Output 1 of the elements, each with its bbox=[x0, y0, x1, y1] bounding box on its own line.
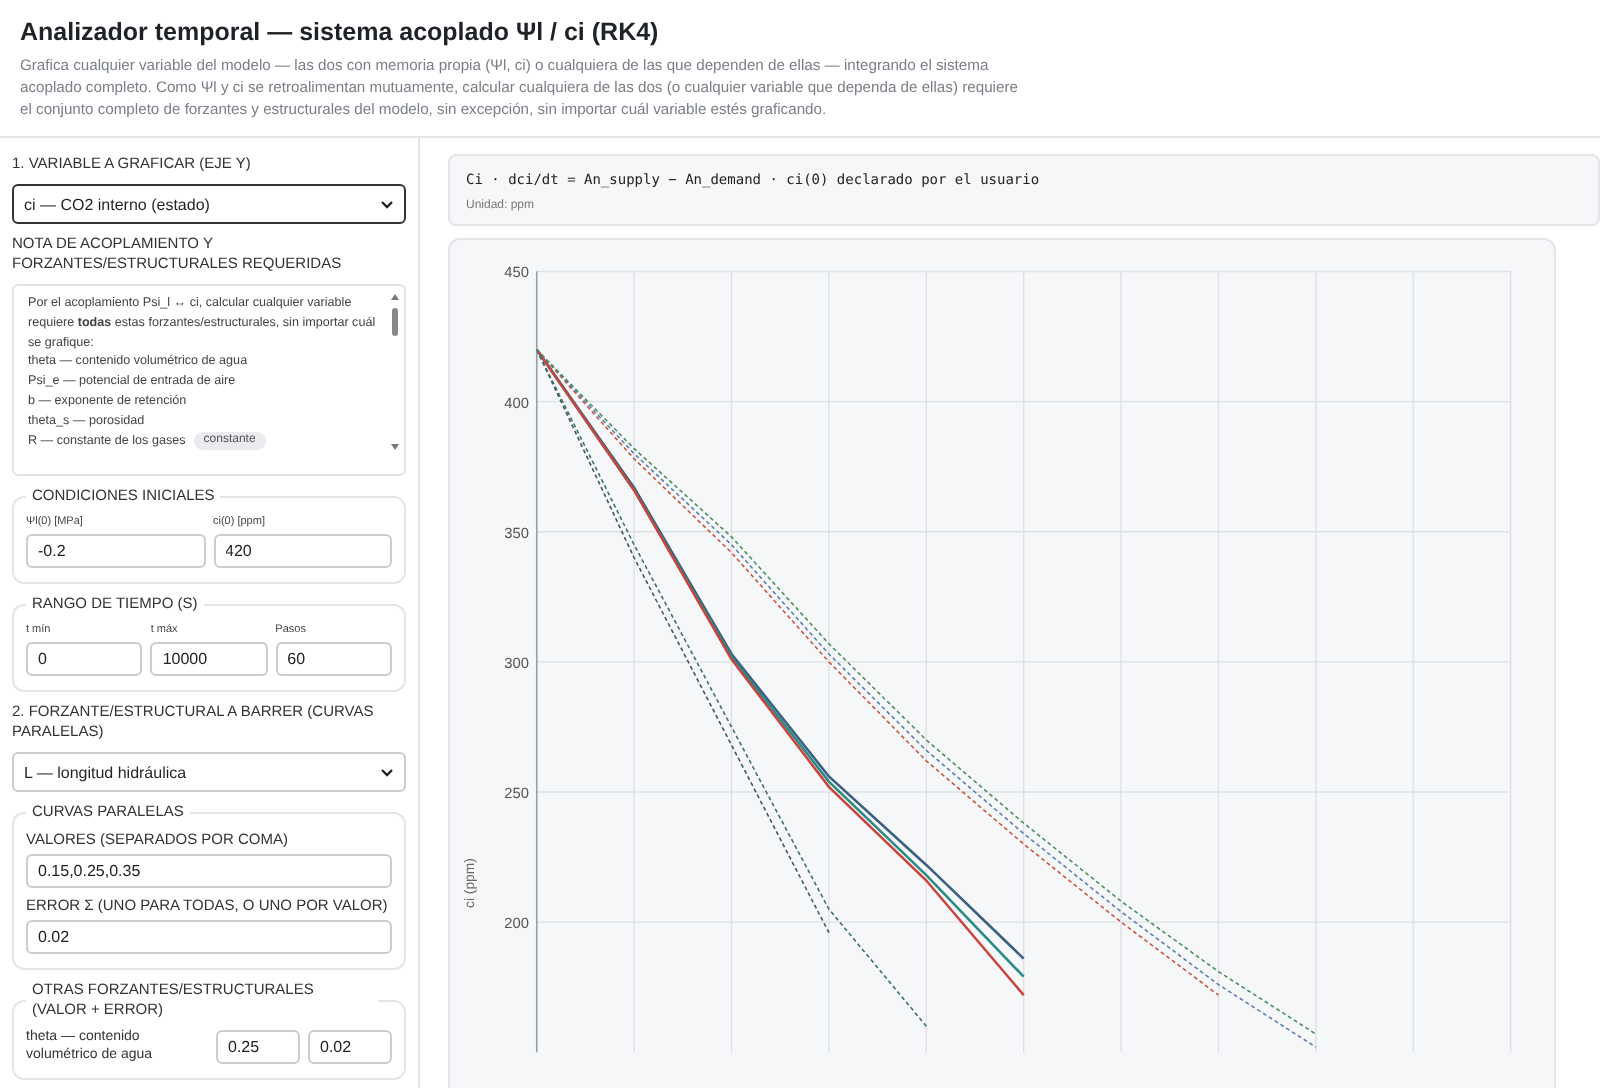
page-title: Analizador temporal — sistema acoplado Ψl / ci (RK4) bbox=[20, 18, 661, 46]
